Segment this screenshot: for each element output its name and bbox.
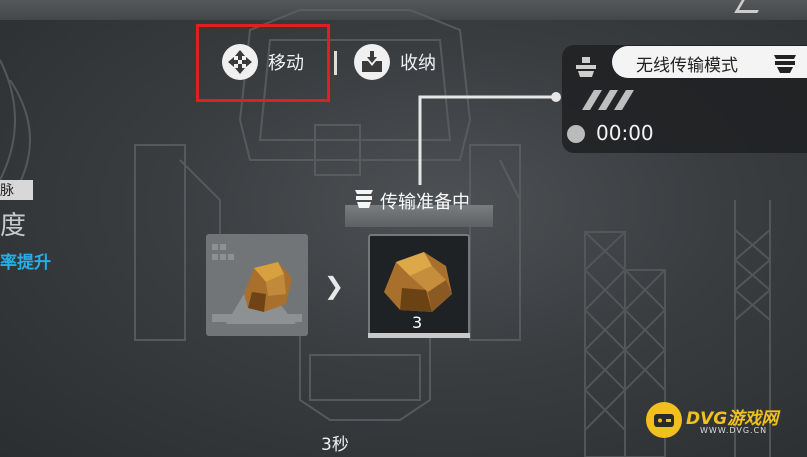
target-slot-underline: [368, 333, 470, 338]
source-slot-art: [212, 244, 302, 324]
site-watermark: DVG游戏网 WWW.DVG.CN: [640, 398, 800, 446]
left-stat-text: 度: [0, 211, 27, 241]
transfer-duration: 3秒: [321, 435, 349, 455]
timer-status-dot: [567, 125, 585, 143]
device-code-mark: [582, 90, 634, 110]
transfer-device-icon: [355, 190, 373, 208]
chevron-right-icon: ❯: [324, 272, 345, 300]
watermark-subtitle: WWW.DVG.CN: [700, 426, 768, 435]
timer-readout: 00:00: [596, 121, 654, 145]
transfer-status-label: 传输准备中: [380, 192, 470, 213]
left-tag-text: 脉: [0, 183, 14, 199]
left-upgrade-link[interactable]: 率提升: [0, 248, 51, 273]
machine-icon: [576, 57, 596, 77]
source-item-slot[interactable]: [206, 234, 308, 336]
target-item-count: 3: [412, 313, 423, 332]
wireless-mode-label: 无线传输模式: [636, 56, 738, 76]
watermark-logo-icon: [646, 402, 682, 438]
wireless-transfer-icon: [774, 55, 796, 73]
ore-icon: [244, 262, 292, 312]
